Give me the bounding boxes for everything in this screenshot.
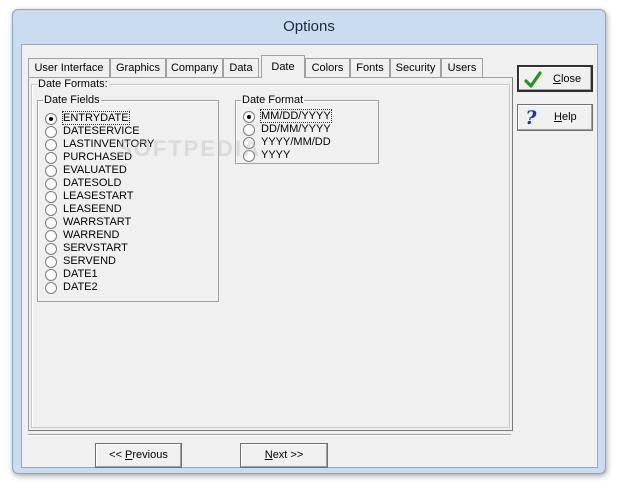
date-fields-label: Date Fields: [44, 94, 100, 106]
date-fields-option[interactable]: ENTRYDATE: [45, 111, 130, 125]
radio-button-icon[interactable]: [45, 255, 57, 268]
radio-option-label: SERVEND: [63, 255, 116, 267]
tab-data[interactable]: Data: [223, 58, 259, 77]
help-button[interactable]: ? Help: [517, 104, 593, 131]
radio-option-label: DATESOLD: [63, 177, 122, 189]
radio-button-icon[interactable]: [45, 177, 57, 190]
date-fields-option[interactable]: LASTINVENTORY: [45, 138, 154, 151]
date-fields-option[interactable]: LEASESTART: [45, 190, 134, 203]
tab-date[interactable]: Date: [261, 55, 305, 78]
checkmark-icon: [524, 71, 542, 88]
radio-button-icon[interactable]: [243, 123, 255, 136]
radio-option-label: DATE1: [63, 268, 98, 280]
radio-option-label: ENTRYDATE: [62, 111, 130, 125]
options-window: Options User Interface Graphics Company …: [12, 9, 606, 474]
date-format-label: Date Format: [242, 94, 304, 106]
radio-button-icon[interactable]: [45, 242, 57, 255]
radio-option-label: PURCHASED: [63, 151, 133, 163]
next-button-label: Next >>: [264, 449, 304, 461]
radio-option-label: LEASEEND: [63, 203, 122, 215]
tab-company[interactable]: Company: [166, 58, 223, 77]
tab-label: Colors: [311, 62, 344, 74]
radio-button-icon[interactable]: [45, 268, 57, 281]
radio-button-icon[interactable]: [243, 136, 255, 149]
radio-button-icon[interactable]: [45, 151, 57, 164]
radio-option-label: DD/MM/YYYY: [261, 123, 331, 135]
window-title: Options: [283, 18, 335, 35]
tab-fonts[interactable]: Fonts: [350, 58, 390, 77]
radio-button-icon[interactable]: [45, 125, 57, 138]
next-button[interactable]: Next >>: [240, 443, 328, 468]
question-mark-icon: ?: [525, 107, 537, 129]
radio-button-icon[interactable]: [243, 149, 255, 162]
previous-button-label: << Previous: [109, 449, 168, 461]
tab-label: Company: [170, 62, 219, 74]
radio-option-label: YYYY/MM/DD: [261, 136, 331, 148]
radio-option-label: DATE2: [63, 281, 98, 293]
date-fields-option[interactable]: WARRSTART: [45, 216, 131, 229]
tab-user-interface[interactable]: User Interface: [28, 58, 110, 77]
radio-option-label: YYYY: [261, 149, 291, 161]
radio-option-label: MM/DD/YYYY: [260, 109, 332, 123]
date-fields-option[interactable]: EVALUATED: [45, 164, 127, 177]
tab-label: User Interface: [34, 62, 104, 74]
date-tab-panel: Date Formats: Date Fields ENTRYDATE DATES…: [28, 77, 513, 431]
radio-button-icon[interactable]: [243, 110, 255, 123]
dialog-client-area: User Interface Graphics Company Data Dat…: [21, 44, 598, 468]
date-fields-option[interactable]: DATESERVICE: [45, 125, 140, 138]
radio-button-icon[interactable]: [45, 229, 57, 242]
tab-label: Data: [229, 62, 253, 74]
radio-button-icon[interactable]: [45, 216, 57, 229]
radio-button-icon[interactable]: [45, 138, 57, 151]
tab-security[interactable]: Security: [390, 58, 441, 77]
tab-label: Date: [271, 61, 295, 73]
radio-option-label: EVALUATED: [63, 164, 127, 176]
previous-button[interactable]: << Previous: [95, 443, 182, 468]
date-fields-option[interactable]: SERVEND: [45, 255, 116, 268]
radio-button-icon[interactable]: [45, 281, 57, 294]
radio-option-label: LEASESTART: [63, 190, 134, 202]
tab-colors[interactable]: Colors: [305, 58, 350, 77]
tab-label: Users: [447, 62, 477, 74]
radio-option-label: DATESERVICE: [63, 125, 140, 137]
tab-label: Graphics: [115, 62, 161, 74]
date-format-option[interactable]: DD/MM/YYYY: [243, 123, 331, 136]
close-button[interactable]: Close: [517, 65, 593, 92]
tab-graphics[interactable]: Graphics: [110, 58, 166, 77]
tab-users[interactable]: Users: [441, 58, 483, 77]
radio-option-label: WARRSTART: [63, 216, 132, 228]
date-format-option[interactable]: YYYY: [243, 149, 290, 162]
radio-button-icon[interactable]: [45, 203, 57, 216]
date-fields-option[interactable]: LEASEEND: [45, 203, 122, 216]
date-fields-option[interactable]: DATE1: [45, 268, 98, 281]
date-fields-option[interactable]: WARREND: [45, 229, 119, 242]
radio-button-icon[interactable]: [45, 190, 57, 203]
date-format-option[interactable]: MM/DD/YYYY: [243, 109, 332, 123]
date-fields-option[interactable]: PURCHASED: [45, 151, 132, 164]
tab-label: Fonts: [356, 62, 384, 74]
radio-button-icon[interactable]: [45, 112, 57, 125]
radio-option-label: SERVSTART: [63, 242, 128, 254]
radio-option-label: LASTINVENTORY: [63, 138, 155, 150]
radio-option-label: WARREND: [63, 229, 120, 241]
date-formats-label: Date Formats:: [38, 78, 108, 90]
date-format-option[interactable]: YYYY/MM/DD: [243, 136, 331, 149]
close-button-label: Close: [553, 73, 582, 85]
date-fields-option[interactable]: DATESOLD: [45, 177, 121, 190]
tab-label: Security: [395, 62, 436, 74]
divider: [28, 434, 511, 436]
help-button-label: Help: [554, 111, 577, 123]
date-fields-option[interactable]: DATE2: [45, 281, 98, 294]
date-fields-option[interactable]: SERVSTART: [45, 242, 128, 255]
radio-button-icon[interactable]: [45, 164, 57, 177]
